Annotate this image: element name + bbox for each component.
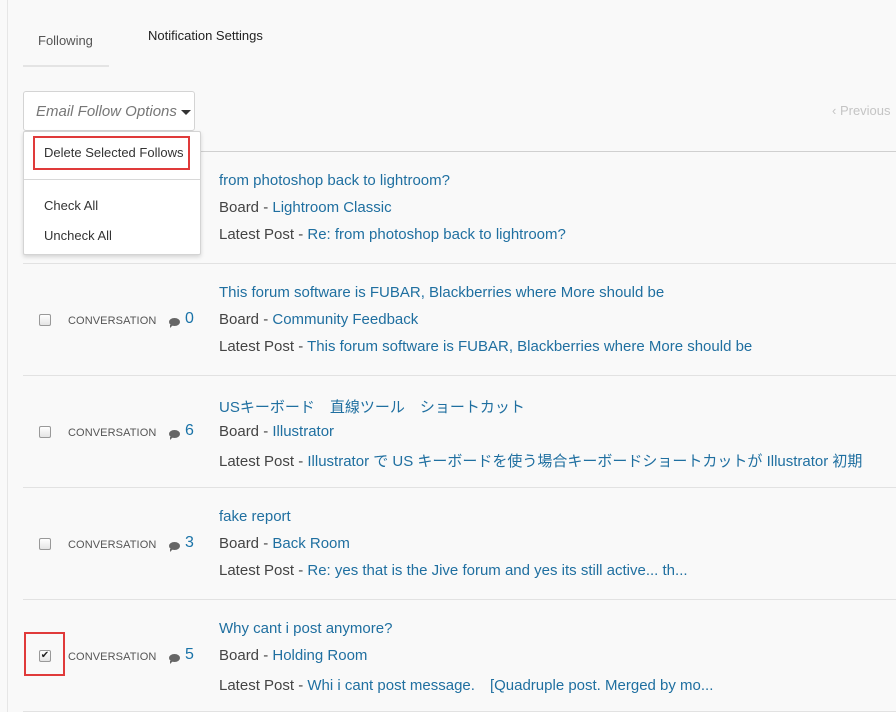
board-line: Board - Holding Room — [219, 647, 367, 664]
tab-following[interactable]: Following — [38, 33, 93, 48]
board-label: Board - — [219, 647, 273, 664]
highlight-box — [33, 136, 190, 170]
latest-post-line: Latest Post - This forum software is FUB… — [219, 338, 752, 355]
latest-post-line: Latest Post - Re: yes that is the Jive f… — [219, 562, 688, 579]
menu-separator — [24, 179, 200, 180]
latest-post-line: Latest Post - Illustrator で US キーボードを使う場… — [219, 450, 862, 471]
thread-title-link[interactable]: from photoshop back to lightroom? — [219, 172, 450, 189]
comment-bubble-icon — [169, 542, 180, 552]
thread-title-link[interactable]: This forum software is FUBAR, Blackberri… — [219, 284, 664, 301]
follow-row: ✔ CONVERSATION 5 Why cant i post anymore… — [23, 600, 896, 712]
board-line: Board - Lightroom Classic — [219, 199, 392, 216]
active-tab-underline — [23, 65, 109, 67]
reply-count: 3 — [185, 534, 194, 551]
board-line: Board - Community Feedback — [219, 311, 418, 328]
latest-post-link[interactable]: Whi i cant post message. [Quadruple post… — [307, 677, 713, 694]
latest-post-label: Latest Post - — [219, 562, 308, 579]
comment-bubble-icon — [169, 654, 180, 664]
content-type-label: CONVERSATION — [68, 315, 157, 327]
board-line: Board - Illustrator — [219, 423, 334, 440]
row-checkbox[interactable] — [39, 426, 51, 438]
menu-item-uncheck-all[interactable]: Uncheck All — [44, 228, 112, 243]
reply-count: 5 — [185, 646, 194, 663]
follow-row: CONVERSATION 3 fake report Board - Back … — [23, 488, 896, 600]
content-type-label: CONVERSATION — [68, 427, 157, 439]
latest-post-line: Latest Post - Whi i cant post message. [… — [219, 674, 713, 695]
comment-bubble-icon — [169, 430, 180, 440]
comment-bubble-icon — [169, 318, 180, 328]
latest-post-link[interactable]: Re: yes that is the Jive forum and yes i… — [307, 562, 687, 579]
follow-row: CONVERSATION 6 USキーボード 直線ツール ショートカット Boa… — [23, 376, 896, 488]
board-label: Board - — [219, 423, 273, 440]
caret-down-icon — [180, 109, 191, 115]
board-label: Board - — [219, 535, 273, 552]
latest-post-label: Latest Post - — [219, 453, 308, 470]
content-type-label: CONVERSATION — [68, 539, 157, 551]
latest-post-link[interactable]: This forum software is FUBAR, Blackberri… — [307, 338, 752, 355]
thread-title-link[interactable]: Why cant i post anymore? — [219, 620, 392, 637]
board-link[interactable]: Holding Room — [272, 647, 367, 664]
row-checkbox[interactable] — [39, 538, 51, 550]
board-line: Board - Back Room — [219, 535, 350, 552]
reply-count: 0 — [185, 310, 194, 327]
latest-post-line: Latest Post - Re: from photoshop back to… — [219, 226, 566, 243]
menu-item-check-all[interactable]: Check All — [44, 198, 98, 213]
email-follow-options-dropdown[interactable]: Email Follow Options — [23, 91, 195, 131]
content-type-label: CONVERSATION — [68, 651, 157, 663]
board-link[interactable]: Lightroom Classic — [272, 199, 391, 216]
row-checkbox[interactable] — [39, 314, 51, 326]
checkbox-highlight-box — [24, 632, 65, 676]
board-link[interactable]: Community Feedback — [272, 311, 418, 328]
reply-count: 6 — [185, 422, 194, 439]
latest-post-label: Latest Post - — [219, 338, 308, 355]
latest-post-link[interactable]: Illustrator で US キーボードを使う場合キーボードショートカットが… — [307, 453, 862, 470]
tab-notification-settings[interactable]: Notification Settings — [148, 28, 263, 43]
board-label: Board - — [219, 311, 273, 328]
latest-post-label: Latest Post - — [219, 677, 308, 694]
follow-row: CONVERSATION 0 This forum software is FU… — [23, 264, 896, 376]
dropdown-label: Email Follow Options — [36, 103, 177, 120]
thread-title-link[interactable]: USキーボード 直線ツール ショートカット — [219, 396, 525, 417]
latest-post-link[interactable]: Re: from photoshop back to lightroom? — [307, 226, 565, 243]
dropdown-menu: Delete Selected Follows Check All Unchec… — [23, 131, 201, 255]
board-label: Board - — [219, 199, 273, 216]
latest-post-label: Latest Post - — [219, 226, 308, 243]
board-link[interactable]: Back Room — [272, 535, 350, 552]
board-link[interactable]: Illustrator — [272, 423, 334, 440]
previous-page-link[interactable]: ‹ Previous — [832, 103, 891, 118]
thread-title-link[interactable]: fake report — [219, 508, 291, 525]
